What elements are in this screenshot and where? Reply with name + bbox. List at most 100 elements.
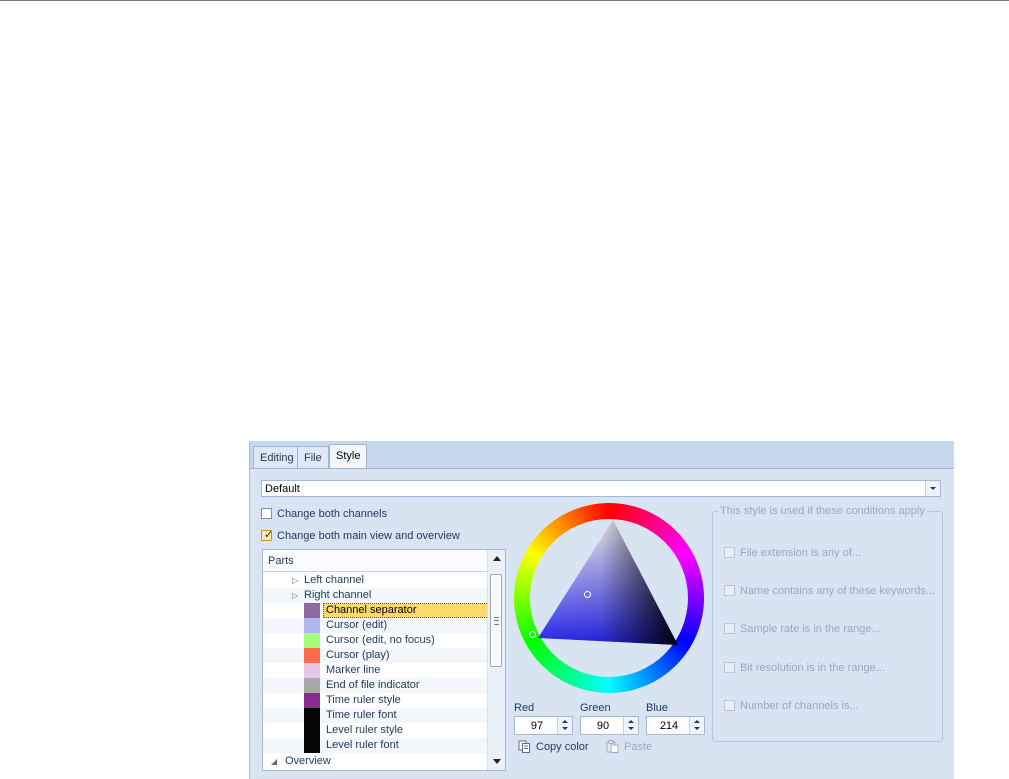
tree-item-cursor-edit[interactable]: Cursor (edit) [263, 618, 489, 633]
checkbox-box[interactable] [724, 585, 735, 596]
color-swatch [304, 663, 320, 678]
arrow-up-icon [694, 720, 700, 723]
blue-label: Blue [646, 702, 669, 714]
paste-icon [606, 740, 619, 753]
tree-item-level-ruler-font[interactable]: Level ruler font [263, 738, 489, 753]
arrow-down-icon [628, 727, 634, 730]
parts-scrollbar[interactable] [487, 550, 505, 770]
color-picker[interactable] [514, 503, 704, 693]
tree-item-label: Left channel [304, 574, 364, 586]
tab-editing[interactable]: Editing [253, 446, 301, 469]
tab-style[interactable]: Style [329, 444, 368, 470]
checkbox-box[interactable] [724, 547, 735, 558]
settings-panel: Editing File Style Default Change both c… [249, 441, 954, 779]
checkbox-box[interactable] [261, 508, 272, 519]
red-label: Red [514, 702, 535, 714]
blue-value: 214 [659, 720, 679, 732]
parts-tree[interactable]: Parts ▷ Left channel ▷ Right channel Cha… [262, 549, 506, 771]
style-preset-dropdown[interactable]: Default [261, 480, 941, 497]
copy-color-label: Copy color [536, 741, 589, 753]
dropdown-button[interactable] [925, 481, 940, 496]
color-swatch [304, 708, 320, 723]
tree-item-label: Channel separator [326, 604, 417, 616]
tree-item-label: End of file indicator [326, 679, 420, 691]
scroll-down-button[interactable] [488, 753, 505, 770]
green-stepper[interactable]: 90 [580, 716, 639, 735]
tree-item-cursor-edit-no-focus[interactable]: Cursor (edit, no focus) [263, 633, 489, 648]
color-swatch [304, 678, 320, 693]
checkmark-icon: ✓ [264, 529, 274, 541]
tree-item-label: Level ruler style [326, 724, 404, 736]
arrow-up-icon [562, 720, 568, 723]
condition-label: Name contains any of these keywords... [740, 585, 936, 597]
tree-item-label: Marker line [326, 664, 381, 676]
style-tab-content: Default Change both channels ✓ Change bo… [250, 469, 954, 779]
scroll-up-button[interactable] [488, 550, 505, 567]
tree-item-marker-line[interactable]: Marker line [263, 663, 489, 678]
green-label: Green [580, 702, 611, 714]
tab-bar: Editing File Style [250, 441, 954, 470]
collapse-arrow-icon[interactable]: ◢ [271, 754, 277, 769]
tree-item-label: Overview [285, 755, 331, 767]
stepper-arrows[interactable] [623, 717, 638, 734]
conditions-title: This style is used if these conditions a… [718, 505, 927, 517]
tree-item-left-channel[interactable]: ▷ Left channel [263, 573, 489, 588]
red-stepper[interactable]: 97 [514, 716, 573, 735]
arrow-down-icon [493, 759, 501, 764]
tree-item-channel-separator[interactable]: Channel separator [263, 603, 489, 618]
paste-label: Paste [624, 741, 653, 753]
arrow-down-icon [562, 727, 568, 730]
checkbox-box[interactable]: ✓ [261, 529, 274, 541]
stepper-arrows[interactable] [557, 717, 572, 734]
hue-handle[interactable] [529, 631, 536, 638]
condition-label: Number of channels is... [740, 700, 859, 712]
color-swatch [304, 618, 320, 633]
parts-header-label: Parts [268, 555, 294, 567]
window-top-border [0, 0, 1009, 1]
saturation-handle[interactable] [584, 591, 591, 598]
grip-icon [494, 617, 499, 625]
copy-icon [518, 740, 530, 753]
arrow-up-icon [493, 556, 501, 561]
style-preset-value: Default [265, 483, 300, 495]
tree-item-time-ruler-font[interactable]: Time ruler font [263, 708, 489, 723]
triangle-shade [538, 520, 678, 645]
tree-item-right-channel[interactable]: ▷ Right channel [263, 588, 489, 603]
checkbox-label: Change both channels [277, 508, 388, 520]
red-value: 97 [530, 720, 544, 732]
stepper-arrows[interactable] [689, 717, 704, 734]
checkbox-box[interactable] [724, 623, 735, 634]
tree-item-label: Right channel [304, 589, 372, 601]
tree-item-label: Level ruler font [326, 739, 399, 751]
conditions-group: This style is used if these conditions a… [712, 505, 943, 742]
tree-item-cursor-play[interactable]: Cursor (play) [263, 648, 489, 663]
expand-arrow-icon[interactable]: ▷ [292, 573, 298, 588]
condition-label: File extension is any of... [740, 547, 862, 559]
saturation-value-triangle[interactable] [538, 520, 678, 645]
tree-item-level-ruler-style[interactable]: Level ruler style [263, 723, 489, 738]
condition-label: Sample rate is in the range... [740, 623, 881, 635]
checkbox-box[interactable] [724, 662, 735, 673]
tree-item-label: Cursor (edit, no focus) [326, 634, 435, 646]
color-swatch [304, 738, 320, 753]
color-swatch [304, 648, 320, 663]
arrow-up-icon [628, 720, 634, 723]
green-value: 90 [596, 720, 610, 732]
tab-file[interactable]: File [297, 446, 329, 469]
expand-arrow-icon[interactable]: ▷ [292, 588, 298, 603]
color-swatch [304, 693, 320, 708]
tree-item-label: Time ruler font [326, 709, 397, 721]
blue-stepper[interactable]: 214 [646, 716, 705, 735]
checkbox-label: Change both main view and overview [277, 530, 460, 542]
tree-item-label: Time ruler style [326, 694, 401, 706]
tree-item-time-ruler-style[interactable]: Time ruler style [263, 693, 489, 708]
parts-header: Parts [263, 550, 489, 572]
arrow-down-icon [694, 727, 700, 730]
tree-item-end-of-file-indicator[interactable]: End of file indicator [263, 678, 489, 693]
tree-item-label: Cursor (edit) [326, 619, 388, 631]
scroll-thumb[interactable] [490, 574, 502, 667]
checkbox-box[interactable] [724, 700, 735, 711]
color-swatch [304, 633, 320, 648]
tree-item-label: Cursor (play) [326, 649, 390, 661]
tree-item-overview[interactable]: ◢ Overview [263, 754, 489, 769]
